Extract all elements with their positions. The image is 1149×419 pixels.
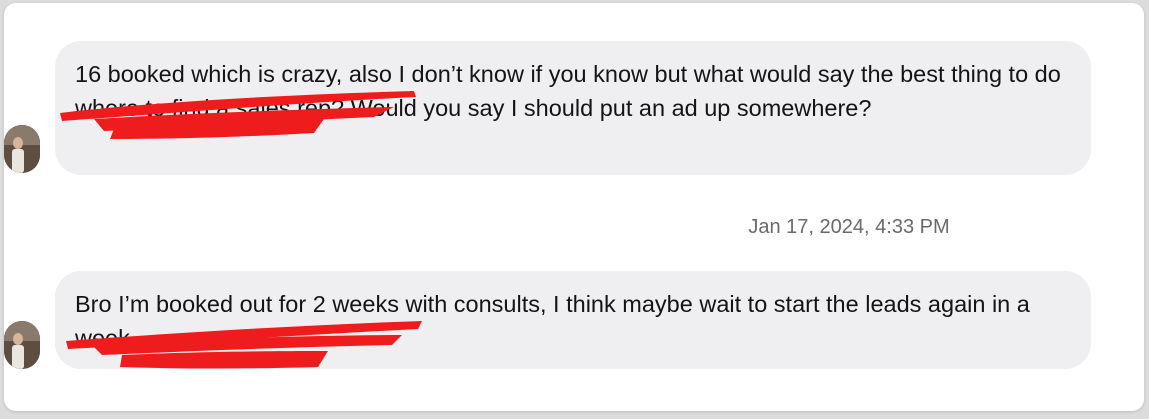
message-bubble[interactable]: Bro I’m booked out for 2 weeks with cons… <box>55 271 1091 369</box>
avatar-photo <box>4 125 40 173</box>
sender-avatar[interactable] <box>4 125 40 173</box>
message-text: 16 booked which is crazy, also I don’t k… <box>75 61 1068 121</box>
message-bubble[interactable]: 16 booked which is crazy, also I don’t k… <box>55 41 1091 175</box>
message-text: Bro I’m booked out for 2 weeks with cons… <box>75 291 1037 351</box>
conversation-panel: 16 booked which is crazy, also I don’t k… <box>4 3 1144 411</box>
avatar-photo <box>4 321 40 369</box>
sender-avatar[interactable] <box>4 321 40 369</box>
message-timestamp: Jan 17, 2024, 4:33 PM <box>748 216 950 238</box>
